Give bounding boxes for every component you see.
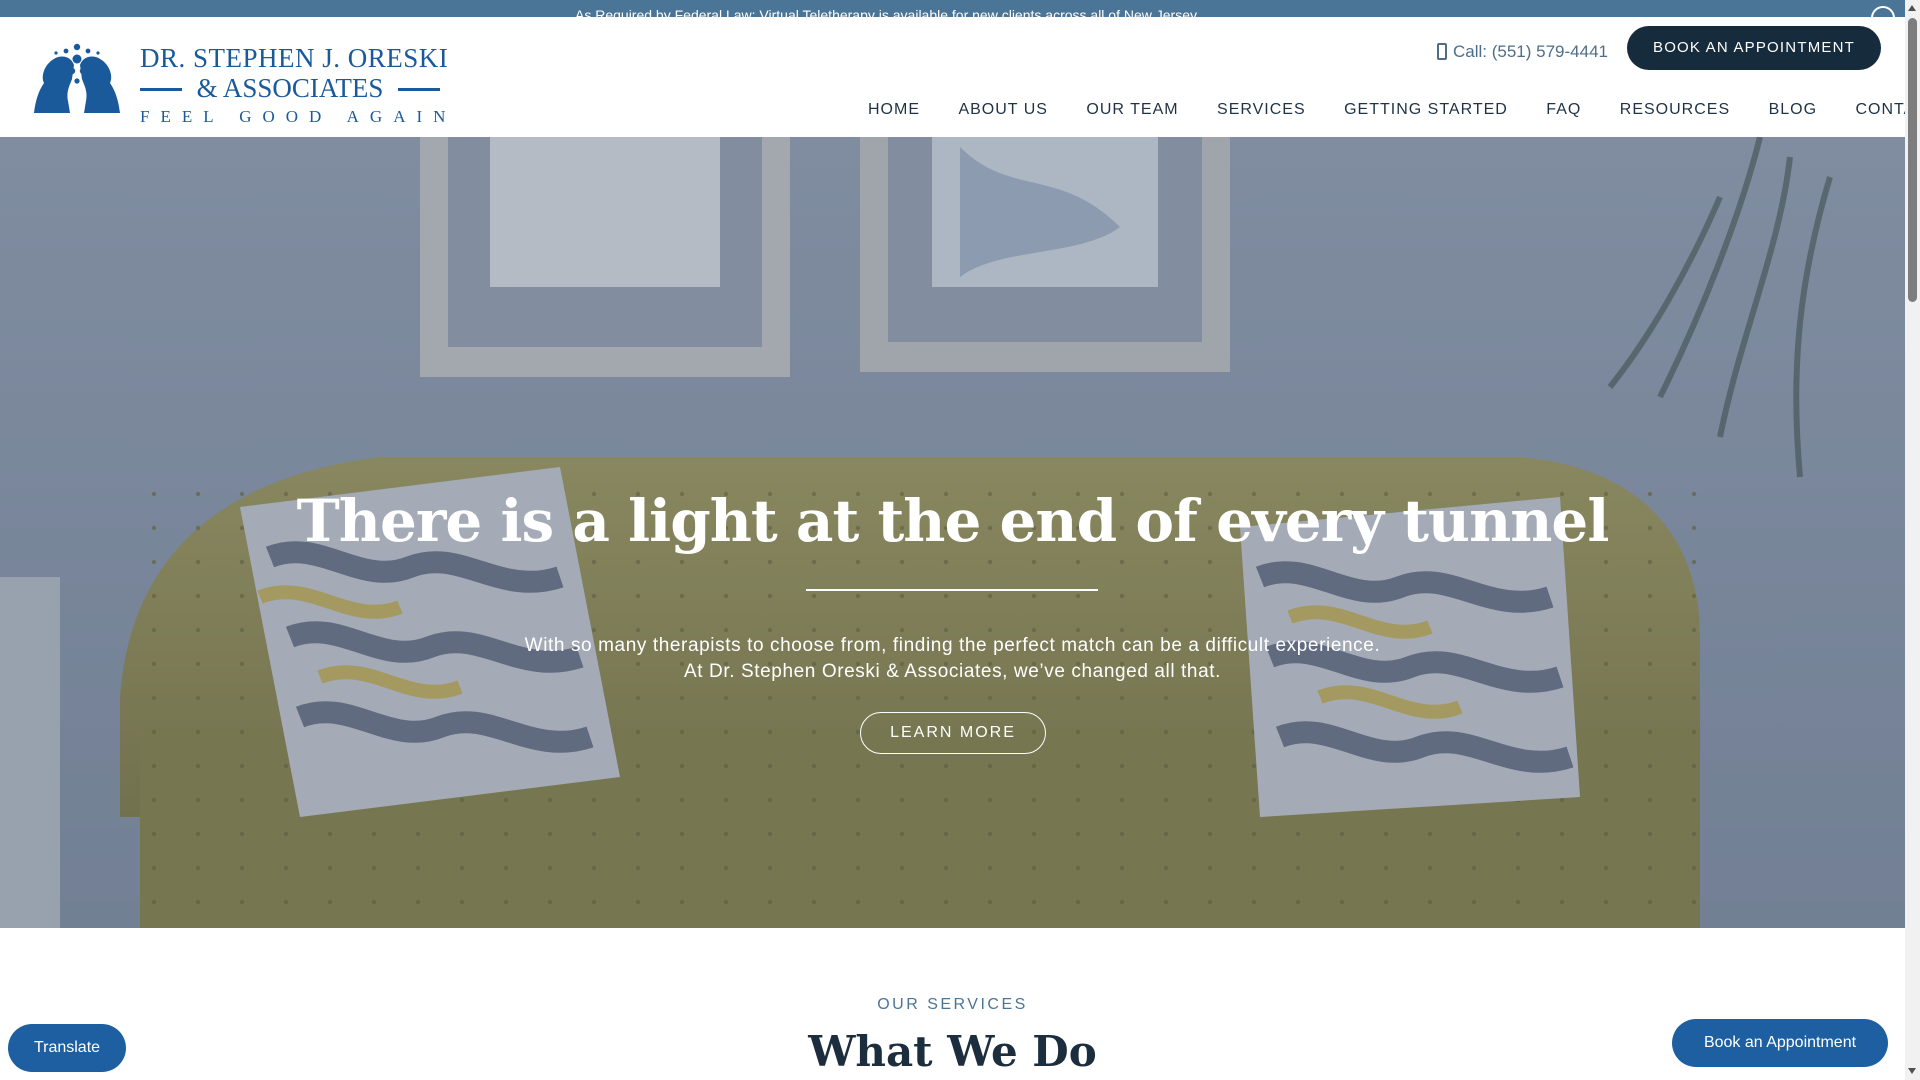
nav-item-resources[interactable]: RESOURCES: [1620, 95, 1730, 125]
logo-associates-text: & ASSOCIATES: [196, 73, 384, 103]
logo-name: DR. STEPHEN J. ORESKI: [140, 43, 449, 73]
hero-divider: [806, 589, 1098, 591]
logo-rule-right: [398, 88, 440, 91]
site-logo[interactable]: DR. STEPHEN J. ORESKI & ASSOCIATES FEEL …: [32, 39, 448, 126]
call-link[interactable]: Call: (551) 579-4441: [1437, 37, 1608, 67]
nav-item-about-us[interactable]: ABOUT US: [958, 95, 1048, 125]
hero-text-line-1: With so many therapists to choose from, …: [524, 635, 1381, 656]
announcement-text[interactable]: As Required by Federal Law: Virtual Tele…: [575, 2, 1335, 17]
hero-text-line-2: At Dr. Stephen Oreski & Associates, we’v…: [683, 661, 1222, 682]
nav-item-getting-started[interactable]: GETTING STARTED: [1344, 95, 1508, 125]
services-title: What We Do: [808, 1027, 1097, 1076]
close-icon[interactable]: [1871, 6, 1895, 17]
logo-associates: & ASSOCIATES: [140, 73, 440, 105]
learn-more-button[interactable]: LEARN MORE: [860, 712, 1046, 754]
translate-button[interactable]: Translate: [8, 1024, 126, 1072]
hero-section: There is a light at the end of every tun…: [0, 137, 1905, 928]
book-appointment-button[interactable]: BOOK AN APPOINTMENT: [1627, 26, 1881, 70]
scroll-up-arrow-icon[interactable]: [1908, 5, 1916, 11]
nav-item-services[interactable]: SERVICES: [1217, 95, 1306, 125]
nav-item-faq[interactable]: FAQ: [1546, 95, 1581, 125]
hero-title: There is a light at the end of every tun…: [296, 487, 1610, 555]
logo-tagline: FEEL GOOD AGAIN: [140, 107, 457, 126]
mobile-phone-icon: [1437, 43, 1447, 60]
nav-item-blog[interactable]: BLOG: [1769, 95, 1817, 125]
site-header: DR. STEPHEN J. ORESKI & ASSOCIATES FEEL …: [0, 17, 1920, 137]
call-label: Call: (551) 579-4441: [1453, 42, 1608, 61]
twin-heads-logo-icon: [34, 43, 120, 113]
scroll-down-arrow-icon[interactable]: [1908, 1068, 1916, 1074]
nav-item-home[interactable]: HOME: [868, 95, 920, 125]
page-scrollbar[interactable]: [1905, 0, 1920, 1080]
logo-rule-left: [140, 88, 182, 91]
scroll-thumb[interactable]: [1908, 18, 1917, 302]
services-eyebrow: OUR SERVICES: [877, 996, 1028, 1013]
main-nav: HOME ABOUT US OUR TEAM SERVICES GETTING …: [868, 95, 1920, 125]
hero-text: With so many therapists to choose from, …: [0, 633, 1905, 685]
announcement-bar: As Required by Federal Law: Virtual Tele…: [0, 0, 1905, 17]
floating-book-appointment-button[interactable]: Book an Appointment: [1672, 1019, 1888, 1067]
nav-item-our-team[interactable]: OUR TEAM: [1086, 95, 1178, 125]
